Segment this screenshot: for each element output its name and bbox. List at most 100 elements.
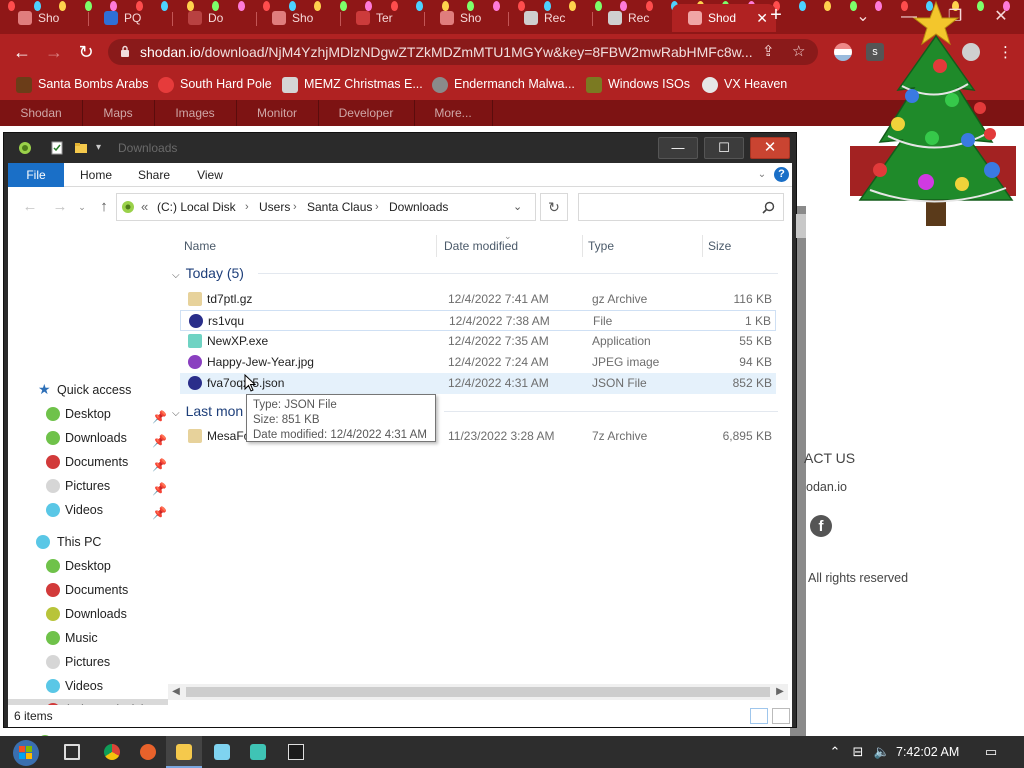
nav-documents[interactable]: Documents 📌 [8,451,168,473]
nav-desktop[interactable]: Desktop 📌 [8,403,168,425]
tab-view[interactable]: View [184,163,236,187]
action-center-icon[interactable]: ▭ [980,736,1002,768]
nav-developer[interactable]: Developer [318,100,414,126]
file-row[interactable]: Happy-Jew-Year.jpg 12/4/2022 7:24 AM JPE… [180,352,776,373]
scroll-left-icon[interactable]: ◀ [168,684,184,700]
browser-tab-active[interactable]: Shod ✕ [672,4,776,32]
network-tray-icon[interactable]: ⊟ [848,736,868,768]
nav-maps[interactable]: Maps [82,100,154,126]
breadcrumb-item[interactable]: Users [259,194,290,220]
breadcrumb-item[interactable]: Downloads [389,194,448,220]
explorer-title-bar[interactable]: ▾ Downloads — ☐ ✕ [4,133,796,163]
facebook-icon[interactable]: f [810,515,832,537]
nav-images[interactable]: Images [154,100,236,126]
nav-this-pc[interactable]: This PC [8,531,168,553]
file-row[interactable]: rs1vqu 12/4/2022 7:38 AM File 1 KB [180,310,776,331]
browser-tab-7[interactable]: Rec [508,4,592,32]
nav-pc-videos[interactable]: Videos [8,675,168,697]
nav-more[interactable]: More... [414,100,492,126]
qat-dropdown-icon[interactable]: ▾ [96,141,110,155]
file-row[interactable]: td7ptl.gz 12/4/2022 7:41 AM gz Archive 1… [180,289,776,310]
nav-pc-music[interactable]: Music [8,627,168,649]
group-header-today[interactable]: ⌵ Today (5) [172,263,244,283]
task-view-button[interactable] [54,736,90,768]
volume-icon[interactable]: 🔈 [872,736,892,768]
expand-ribbon-icon[interactable]: ⌄ [754,163,770,187]
bookmark-item[interactable]: Santa Bombs Arabs [16,70,148,100]
start-button-icon[interactable] [10,738,42,768]
system-clock[interactable]: 7:42:02 AM [896,736,959,768]
address-dropdown-icon[interactable]: ⌄ [513,194,522,220]
bookmark-item[interactable]: South Hard Pole [158,70,272,100]
breadcrumb-item[interactable]: (C:) Local Disk [157,194,236,220]
recent-locations-icon[interactable]: ⌄ [72,197,92,217]
nav-downloads[interactable]: Downloads 📌 [8,427,168,449]
nav-videos[interactable]: Videos 📌 [8,499,168,521]
help-icon[interactable]: ? [774,167,789,182]
contact-email[interactable]: odan.io [806,480,847,494]
nav-pictures[interactable]: Pictures 📌 [8,475,168,497]
scroll-right-icon[interactable]: ▶ [772,684,788,700]
nav-pc-documents[interactable]: Documents [8,579,168,601]
tab-share[interactable]: Share [128,163,180,187]
scrollbar-thumb[interactable] [796,214,806,238]
taskbar-file-explorer[interactable] [166,736,202,768]
breadcrumb[interactable]: « (C:) Local Disk › Users › Santa Claus … [116,193,536,221]
bookmark-item[interactable]: VX Heaven [702,70,787,100]
taskbar-7zip[interactable] [278,736,314,768]
details-view-icon[interactable] [750,708,768,724]
up-icon[interactable]: ↑ [94,197,114,217]
nav-pc-desktop[interactable]: Desktop [8,555,168,577]
large-icons-view-icon[interactable] [772,708,790,724]
breadcrumb-item[interactable]: Santa Claus [307,194,372,220]
pin-icon[interactable]: 📌 [152,502,167,524]
forward-icon[interactable]: → [42,40,66,64]
search-icon[interactable] [762,201,775,214]
address-bar[interactable]: shodan.io/download/NjM4YzhjMDlzNDgwZTZkM… [108,39,818,65]
taskbar-app[interactable] [240,736,276,768]
pin-icon[interactable]: 📌 [152,430,167,452]
pin-icon[interactable]: 📌 [152,454,167,476]
properties-icon[interactable] [50,141,64,155]
back-icon[interactable]: ← [20,197,40,217]
bookmark-item[interactable]: Endermanch Malwa... [432,70,575,100]
back-icon[interactable]: ← [10,40,34,64]
reload-icon[interactable]: ↻ [74,40,98,64]
browser-tab-3[interactable]: Do [172,4,256,32]
close-button[interactable]: ✕ [750,137,790,159]
column-name[interactable]: Name [184,235,216,257]
taskbar-firefox[interactable] [130,736,166,768]
horizontal-scrollbar[interactable]: ◀ ▶ [168,684,788,700]
browser-tab-6[interactable]: Sho [424,4,508,32]
share-icon[interactable]: ⇪ [762,39,775,65]
nav-shodan[interactable]: Shodan [0,100,82,126]
forward-icon[interactable]: → [50,197,70,217]
browser-tab-2[interactable]: PQ [88,4,172,32]
maximize-button[interactable]: ☐ [704,137,744,159]
minimize-button[interactable]: — [658,137,698,159]
new-folder-icon[interactable] [74,141,88,155]
tab-home[interactable]: Home [70,163,122,187]
pin-icon[interactable]: 📌 [152,406,167,428]
column-size[interactable]: Size [708,235,731,257]
taskbar-chrome[interactable] [94,736,130,768]
search-input[interactable] [579,194,749,220]
browser-tab-1[interactable]: Sho [2,4,86,32]
refresh-button[interactable]: ↻ [540,193,568,221]
nav-pc-downloads[interactable]: Downloads [8,603,168,625]
tray-overflow-icon[interactable]: ⌃ [826,736,844,768]
taskbar-notepad[interactable] [204,736,240,768]
pin-icon[interactable]: 📌 [152,478,167,500]
nav-monitor[interactable]: Monitor [236,100,318,126]
browser-tab-4[interactable]: Sho [256,4,340,32]
browser-tab-8[interactable]: Rec [592,4,676,32]
nav-quick-access[interactable]: ★ Quick access [8,379,168,401]
tab-file[interactable]: File [8,163,64,187]
nav-pc-pictures[interactable]: Pictures [8,651,168,673]
group-header-last-month[interactable]: ⌵ Last mon [172,401,243,421]
file-row[interactable]: NewXP.exe 12/4/2022 7:35 AM Application … [180,331,776,352]
search-box[interactable] [578,193,784,221]
scrollbar-thumb[interactable] [186,687,770,697]
bookmark-star-icon[interactable]: ☆ [792,39,805,65]
file-row[interactable]: fva7oqx 5.json 12/4/2022 4:31 AM JSON Fi… [180,373,776,394]
